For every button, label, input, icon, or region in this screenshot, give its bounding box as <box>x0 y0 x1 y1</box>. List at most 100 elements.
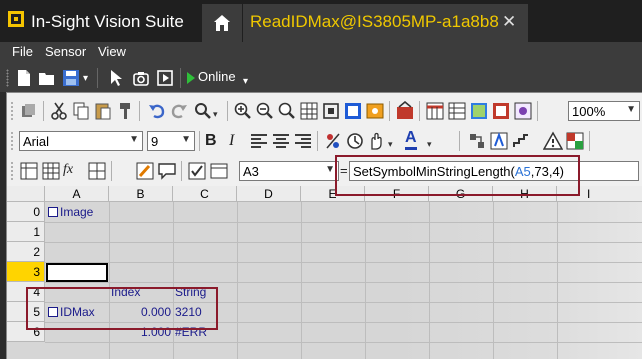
grid-view-icon[interactable] <box>299 101 319 121</box>
align-left-icon[interactable] <box>249 131 269 151</box>
table-view-icon[interactable] <box>447 101 467 121</box>
insert-table-icon[interactable] <box>87 161 107 181</box>
hand-dropdown-icon[interactable]: ▾ <box>388 139 393 150</box>
zoom-in-icon[interactable] <box>233 101 253 121</box>
toolbar-separator <box>389 101 390 121</box>
insert-function-icon[interactable] <box>489 131 509 151</box>
home-icon <box>214 15 230 31</box>
online-dropdown-icon[interactable]: ▾ <box>243 76 248 87</box>
redo-icon[interactable] <box>169 101 189 121</box>
image-cell-icon <box>48 207 58 217</box>
hand-pan-icon[interactable] <box>367 131 387 151</box>
zoom-value: 100% <box>572 104 606 119</box>
save-dropdown-icon[interactable]: ▾ <box>83 73 88 84</box>
row-header-3-selected[interactable]: 3 <box>7 262 45 282</box>
dialog-icon[interactable] <box>209 161 229 181</box>
undo-history-icon[interactable] <box>19 101 39 121</box>
live-video-icon[interactable] <box>156 69 174 87</box>
insert-image-icon[interactable] <box>19 161 39 181</box>
toolbar-separator <box>589 131 590 151</box>
row-header-2[interactable]: 2 <box>7 242 45 262</box>
cell-reference-box[interactable]: A3 ▼ <box>239 161 339 181</box>
font-color-icon[interactable]: A <box>405 129 417 150</box>
document-tab[interactable]: ReadIDMax@IS3805MP-a1a8b8 ✕ <box>243 4 528 42</box>
step-icon[interactable] <box>511 131 531 151</box>
cell-state-icon[interactable] <box>345 131 365 151</box>
menu-sensor[interactable]: Sensor <box>45 44 86 59</box>
column-header-c[interactable]: C <box>173 186 237 202</box>
fit-image-icon[interactable] <box>321 101 341 121</box>
spreadsheet-grid[interactable]: A B C D E F G H I 0 1 2 3 4 5 6 Image In… <box>7 186 642 359</box>
checkbox-icon[interactable] <box>187 161 207 181</box>
image-view-icon[interactable] <box>469 101 489 121</box>
home-tab[interactable] <box>202 4 242 42</box>
zoom-out-icon[interactable] <box>255 101 275 121</box>
menu-view[interactable]: View <box>98 44 126 59</box>
copy-icon[interactable] <box>71 101 91 121</box>
column-header-b[interactable]: B <box>109 186 173 202</box>
checker-icon[interactable] <box>565 131 585 151</box>
find-dropdown-icon[interactable]: ▾ <box>213 109 218 120</box>
zoom-select[interactable]: 100% ▼ <box>568 101 640 121</box>
menu-file[interactable]: File <box>12 44 33 59</box>
font-color-dropdown-icon[interactable]: ▾ <box>427 139 432 150</box>
grid-line <box>45 242 642 243</box>
italic-icon[interactable]: I <box>229 132 234 150</box>
snippet-icon[interactable] <box>467 131 487 151</box>
image-icon[interactable] <box>365 101 385 121</box>
cut-icon[interactable] <box>49 101 69 121</box>
chevron-down-icon: ▼ <box>626 104 636 115</box>
number-format-icon[interactable] <box>323 131 343 151</box>
spreadsheet-view-icon[interactable] <box>425 101 445 121</box>
pointer-select-icon[interactable] <box>108 69 126 87</box>
paste-icon[interactable] <box>93 101 113 121</box>
toolbar-separator <box>419 101 420 121</box>
chevron-down-icon: ▼ <box>181 134 191 145</box>
toolbar-separator <box>537 101 538 121</box>
table-icon[interactable] <box>41 161 61 181</box>
comment-icon[interactable] <box>157 161 177 181</box>
results-view-icon[interactable] <box>491 101 511 121</box>
close-tab-icon[interactable]: ✕ <box>502 12 516 32</box>
cell-reference-value: A3 <box>243 164 259 179</box>
align-right-icon[interactable] <box>293 131 313 151</box>
open-folder-icon[interactable] <box>38 69 56 87</box>
toolbar-separator <box>139 101 140 121</box>
font-size-select[interactable]: 9 ▼ <box>147 131 195 151</box>
row-header-1[interactable]: 1 <box>7 222 45 242</box>
save-icon[interactable] <box>62 69 80 87</box>
grid-line <box>429 202 430 359</box>
find-icon[interactable] <box>193 101 213 121</box>
title-bar: In-Sight Vision Suite ReadIDMax@IS3805MP… <box>0 0 642 42</box>
trigger-camera-icon[interactable] <box>132 69 150 87</box>
row-header-0[interactable]: 0 <box>7 202 45 222</box>
grid-line <box>45 262 642 263</box>
toolbar-separator <box>111 161 112 181</box>
format-painter-icon[interactable] <box>115 101 135 121</box>
online-toggle-label[interactable]: Online <box>198 69 236 84</box>
font-name-select[interactable]: Arial ▼ <box>19 131 143 151</box>
zoom-fit-icon[interactable] <box>277 101 297 121</box>
align-center-icon[interactable] <box>271 131 291 151</box>
column-header-a[interactable]: A <box>45 186 109 202</box>
cell-a0[interactable]: Image <box>48 202 93 222</box>
undo-icon[interactable] <box>147 101 167 121</box>
active-cell-a3[interactable] <box>46 263 108 282</box>
new-file-icon[interactable] <box>16 69 32 87</box>
toolbar-separator <box>459 131 460 151</box>
image-background <box>395 202 642 359</box>
play-online-icon[interactable] <box>186 71 196 85</box>
custom-view-icon[interactable] <box>343 101 363 121</box>
palette-icon[interactable] <box>513 101 533 121</box>
font-size-value: 9 <box>151 134 159 149</box>
corner-header[interactable] <box>7 186 45 202</box>
function-fx-icon[interactable]: fx <box>63 162 73 178</box>
column-header-d[interactable]: D <box>237 186 301 202</box>
record-icon[interactable] <box>395 101 415 121</box>
toolbar-separator <box>227 101 228 121</box>
edit-cell-icon[interactable] <box>135 161 155 181</box>
warning-icon[interactable] <box>543 131 563 151</box>
toolbar-separator <box>181 161 182 181</box>
bold-icon[interactable]: B <box>205 132 217 150</box>
chevron-down-icon: ▼ <box>325 164 335 175</box>
